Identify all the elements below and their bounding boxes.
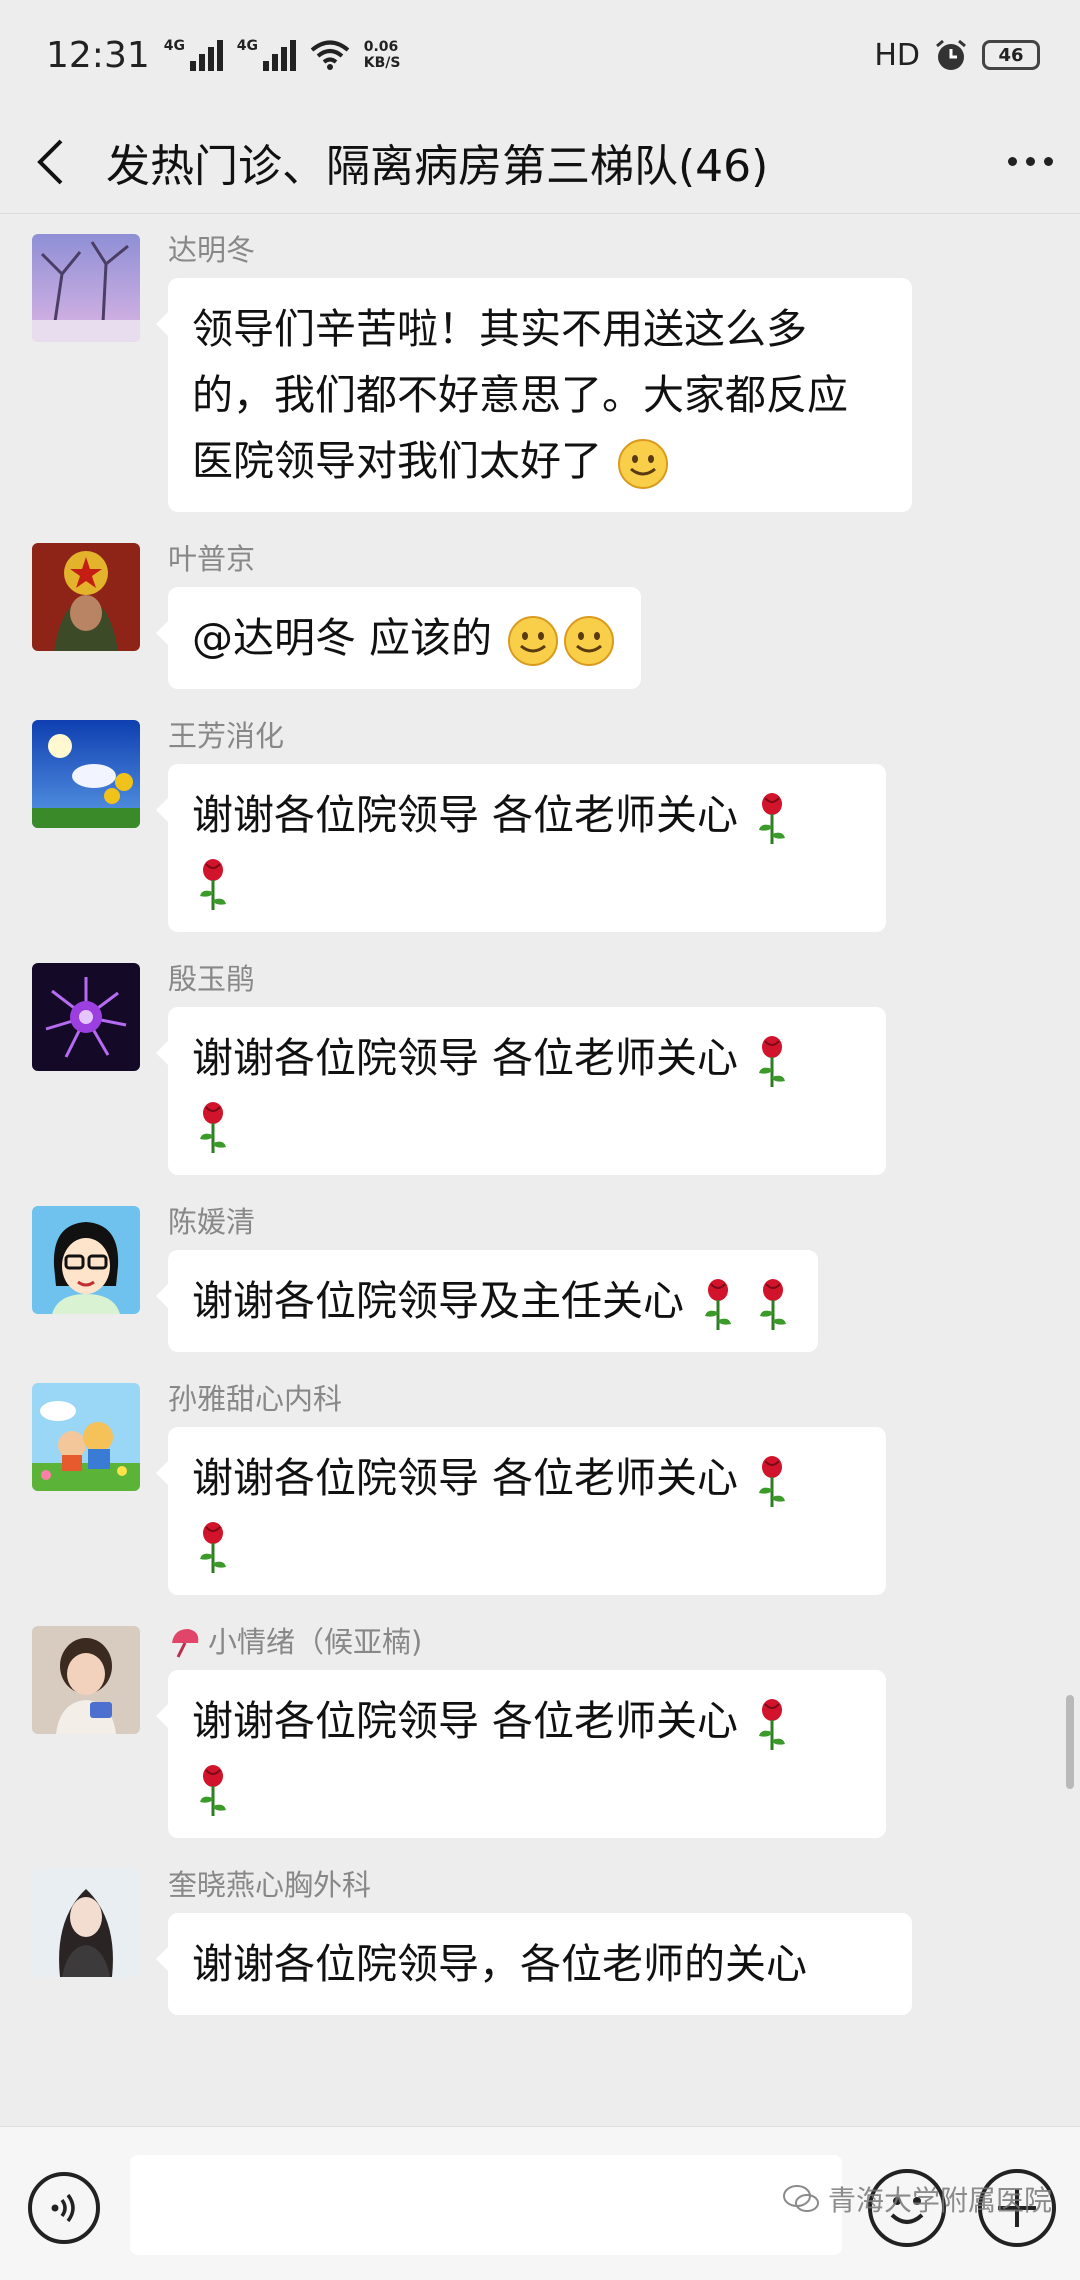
rose-icon [759, 1036, 786, 1087]
chevron-left-icon[interactable] [0, 110, 100, 214]
avatar[interactable] [32, 234, 140, 342]
avatar[interactable] [32, 543, 140, 651]
message-text: 谢谢各位院领导及主任关心 [192, 1277, 684, 1325]
message-text: 谢谢各位院领导 各位老师关心 [192, 1034, 739, 1082]
smile-emoji-icon [508, 616, 559, 666]
sender-name: 孙雅甜心内科 [168, 1382, 343, 1416]
scrollbar[interactable] [1066, 1695, 1074, 1789]
chat-header: 发热门诊、隔离病房第三梯队(46) [0, 110, 1080, 214]
rose-icon [200, 859, 226, 910]
message-text: 谢谢各位院领导 各位老师关心 [192, 1697, 739, 1745]
message-text: 谢谢各位院领导，各位老师的关心 [192, 1940, 807, 1988]
message-bubble[interactable]: 谢谢各位院领导及主任关心 [155, 1250, 819, 1352]
message-bubble[interactable]: 谢谢各位院领导 各位老师关心 [156, 764, 886, 932]
message-bubble[interactable]: 领导们辛苦啦！其实不用送这么多的，我们都不好意思了。大家都反应医院领导对我们太好… [156, 278, 912, 512]
net-speed-unit: KB/S [363, 55, 401, 71]
input-bar: 青海大学附属医院 [0, 2126, 1080, 2280]
sender-name: 殷玉鹃 [168, 962, 256, 996]
message-text: @达明冬 应该的 [192, 614, 493, 662]
wifi-icon [310, 40, 350, 70]
status-bar: 12:31 4G 4G 0.06 KB/S HD 46 [0, 0, 1080, 110]
message-text: 领导们辛苦啦！其实不用送这么多的，我们都不好意思了。大家都反应医院领导对我们太好… [192, 305, 848, 485]
avatar[interactable] [32, 720, 140, 828]
message-bubble[interactable]: 谢谢各位院领导 各位老师关心 [156, 1427, 886, 1595]
sender-name: 奎晓燕心胸外科 [168, 1868, 372, 1902]
smile-emoji-icon [618, 439, 669, 489]
more-dots-icon[interactable] [980, 157, 1080, 166]
message-item: 孙雅甜心内科 谢谢各位院领导 各位老师关心 [0, 1382, 1080, 1595]
umbrella-icon [172, 1629, 199, 1658]
chat-title: 发热门诊、隔离病房第三梯队(46) [106, 140, 769, 192]
battery-level: 46 [998, 44, 1024, 66]
smile-emoji-icon [564, 616, 615, 666]
avatar[interactable] [32, 1869, 140, 1977]
rose-icon [760, 1279, 787, 1330]
rose-icon [200, 1522, 226, 1573]
avatar[interactable] [32, 1383, 140, 1491]
sender-name: 叶普京 [168, 542, 256, 576]
message-item: 奎晓燕心胸外科 谢谢各位院领导，各位老师的关心 [0, 1868, 1080, 2015]
message-text: 谢谢各位院领导 各位老师关心 [192, 1454, 739, 1502]
avatar[interactable] [32, 963, 140, 1071]
rose-icon [759, 793, 786, 844]
voice-icon[interactable] [28, 2172, 100, 2244]
signal-label: 4G [163, 38, 185, 54]
sender-name-text: 小情绪（候亚楠) [208, 1625, 423, 1659]
hd-indicator: HD [874, 37, 920, 73]
watermark: 青海大学附属医院 [782, 2179, 1052, 2219]
sender-name: 陈媛清 [168, 1205, 256, 1239]
net-speed: 0.06 KB/S [364, 39, 401, 71]
sender-name: 王芳消化 [168, 719, 285, 753]
watermark-text: 青海大学附属医院 [827, 2184, 1052, 2217]
message-input[interactable] [130, 2155, 842, 2255]
sender-name: 小情绪（候亚楠) [168, 1622, 886, 1662]
signal-label: 4G [236, 38, 258, 54]
rose-icon [200, 1102, 226, 1153]
message-item: 殷玉鹃 谢谢各位院领导 各位老师关心 [0, 962, 1080, 1175]
message-bubble[interactable]: 谢谢各位院领导 各位老师关心 [156, 1007, 886, 1175]
wechat-icon [782, 2185, 819, 2212]
status-time: 12:31 [46, 34, 150, 76]
message-bubble[interactable]: @达明冬 应该的 [155, 587, 642, 689]
message-item: 叶普京 @达明冬 应该的 [0, 542, 1080, 689]
chat-screen: 12:31 4G 4G 0.06 KB/S HD 46 发热门诊、隔离病房第三梯… [0, 0, 1080, 2280]
message-item: 达明冬 领导们辛苦啦！其实不用送这么多的，我们都不好意思了。大家都反应医院领导对… [0, 233, 1080, 512]
signal-icon: 4G [164, 39, 223, 71]
signal-icon: 4G [237, 39, 296, 71]
rose-icon [759, 1699, 786, 1750]
message-item: 小情绪（候亚楠) 谢谢各位院领导 各位老师关心 [0, 1625, 1080, 1838]
battery-icon: 46 [982, 40, 1040, 70]
message-list[interactable]: 达明冬 领导们辛苦啦！其实不用送这么多的，我们都不好意思了。大家都反应医院领导对… [0, 214, 1080, 2126]
message-item: 陈媛清 谢谢各位院领导及主任关心 [0, 1205, 1080, 1352]
sender-name: 达明冬 [168, 233, 256, 267]
alarm-icon [936, 39, 966, 70]
message-bubble[interactable]: 谢谢各位院领导，各位老师的关心 [156, 1913, 912, 2015]
message-bubble[interactable]: 谢谢各位院领导 各位老师关心 [156, 1670, 886, 1838]
avatar[interactable] [32, 1206, 140, 1314]
rose-icon [705, 1279, 732, 1330]
message-text: 谢谢各位院领导 各位老师关心 [192, 791, 739, 839]
avatar[interactable] [32, 1626, 140, 1734]
net-speed-value: 0.06 [363, 39, 399, 55]
message-item: 王芳消化 谢谢各位院领导 各位老师关心 [0, 719, 1080, 932]
rose-icon [200, 1765, 226, 1816]
rose-icon [759, 1456, 786, 1507]
